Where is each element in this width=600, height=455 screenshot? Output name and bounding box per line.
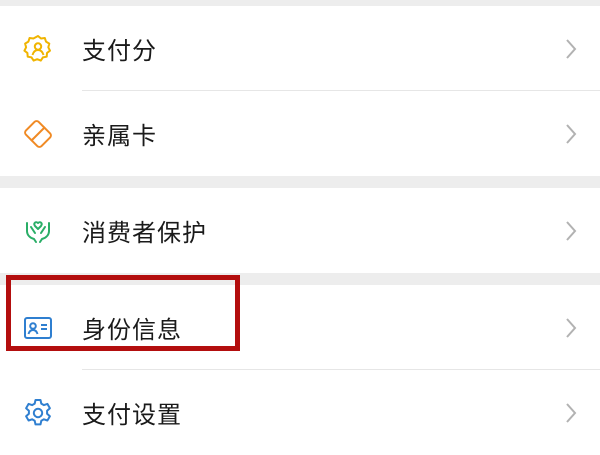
chevron-right-icon bbox=[564, 219, 578, 243]
group-pay-services: 支付分 亲属卡 bbox=[0, 6, 600, 176]
menu-item-family-card[interactable]: 亲属卡 bbox=[0, 91, 600, 176]
chevron-right-icon bbox=[564, 401, 578, 425]
menu-item-consumer-protection[interactable]: 消费者保护 bbox=[0, 188, 600, 273]
chevron-right-icon bbox=[564, 316, 578, 340]
menu-item-label: 身份信息 bbox=[82, 316, 182, 344]
group-account-settings: 身份信息 支付设置 bbox=[0, 285, 600, 455]
group-consumer-protection: 消费者保护 bbox=[0, 188, 600, 273]
menu-item-payscore[interactable]: 支付分 bbox=[0, 6, 600, 91]
menu-item-label: 消费者保护 bbox=[82, 219, 207, 247]
menu-item-label: 支付分 bbox=[82, 37, 157, 65]
family-card-icon bbox=[22, 118, 54, 150]
menu-item-label: 亲属卡 bbox=[82, 122, 157, 150]
protection-hands-icon bbox=[22, 215, 54, 247]
id-card-icon bbox=[22, 312, 54, 344]
gear-icon bbox=[22, 397, 54, 429]
payscore-badge-icon bbox=[22, 33, 54, 65]
chevron-right-icon bbox=[564, 37, 578, 61]
menu-item-identity-info[interactable]: 身份信息 bbox=[0, 285, 600, 370]
menu-item-label: 支付设置 bbox=[82, 401, 182, 429]
menu-item-payment-settings[interactable]: 支付设置 bbox=[0, 370, 600, 455]
chevron-right-icon bbox=[564, 122, 578, 146]
